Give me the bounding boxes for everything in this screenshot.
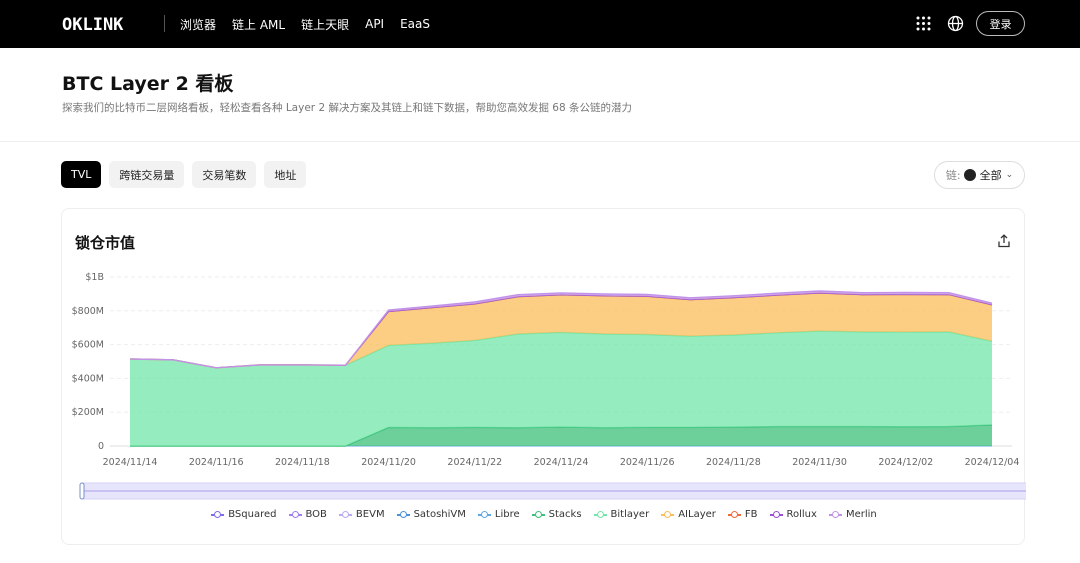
legend-marker-icon	[828, 510, 842, 519]
legend-label: Stacks	[548, 509, 582, 520]
nav-link-api[interactable]: API	[365, 17, 384, 31]
oklink-logo[interactable]: OKLINK	[62, 15, 123, 35]
data-zoom-handle-left[interactable]	[79, 482, 85, 500]
x-tick-label: 2024/11/22	[447, 457, 502, 468]
nav-divider	[164, 15, 165, 32]
legend-marker-icon	[661, 510, 675, 519]
login-button[interactable]: 登录	[976, 11, 1025, 36]
legend-item[interactable]: Libre	[477, 509, 520, 520]
legend-item[interactable]: BOB	[288, 509, 327, 520]
metric-tabs: TVL 跨链交易量 交易笔数 地址	[61, 161, 314, 188]
tab-tvl[interactable]: TVL	[61, 161, 102, 188]
x-tick-label: 2024/11/30	[792, 457, 847, 468]
legend-item[interactable]: BSquared	[211, 509, 277, 520]
legend-marker-icon	[769, 510, 783, 519]
y-tick-label: $400M	[72, 373, 104, 384]
legend-label: BOB	[305, 509, 327, 520]
tab-addresses[interactable]: 地址	[264, 161, 307, 188]
legend-label: FB	[744, 509, 758, 520]
legend-label: SatoshiVM	[413, 509, 466, 520]
tab-cross-chain-volume[interactable]: 跨链交易量	[109, 161, 185, 188]
legend-item[interactable]: Stacks	[531, 509, 582, 520]
legend-item[interactable]: FB	[727, 509, 758, 520]
tab-transactions[interactable]: 交易笔数	[192, 161, 257, 188]
legend-marker-icon	[531, 510, 545, 519]
x-tick-label: 2024/11/16	[189, 457, 244, 468]
legend-marker-icon	[727, 510, 741, 519]
page-description: 探索我们的比特币二层网络看板，轻松查看各种 Layer 2 解决方案及其链上和链…	[62, 102, 633, 114]
legend-marker-icon	[338, 510, 352, 519]
x-tick-label: 2024/11/24	[534, 457, 589, 468]
nav-link-aml[interactable]: 链上 AML	[232, 16, 285, 33]
nav-links: 浏览器 链上 AML 链上天眼 API EaaS	[180, 0, 446, 48]
legend-label: Merlin	[845, 509, 877, 520]
y-tick-label: $800M	[72, 306, 104, 317]
legend-item[interactable]: Bitlayer	[593, 509, 650, 520]
page-header: BTC Layer 2 看板 探索我们的比特币二层网络看板，轻松查看各种 Lay…	[0, 48, 1080, 142]
chain-filter-value: 全部	[979, 169, 1002, 182]
x-tick-label: 2024/11/14	[103, 457, 158, 468]
tvl-chart-card: 锁仓市值 0 $200M $400M $600M $800M $1B 2024/11/14 2…	[61, 208, 1026, 545]
tvl-area-chart: 0 $200M $400M $600M $800M $1B 2024/11/14 2024/1…	[72, 272, 1026, 500]
app-grid-icon[interactable]	[916, 16, 931, 31]
legend-marker-icon	[593, 510, 607, 519]
nav-link-onchain-eye[interactable]: 链上天眼	[301, 16, 349, 33]
legend-label: BSquared	[228, 509, 277, 520]
legend-item[interactable]: Rollux	[769, 509, 817, 520]
legend-label: Rollux	[786, 509, 817, 520]
y-tick-label: $600M	[72, 340, 104, 351]
legend-marker-icon	[211, 510, 225, 519]
top-navigation-bar: OKLINK 浏览器 链上 AML 链上天眼 API EaaS 登录	[0, 0, 1080, 48]
all-chains-icon	[963, 169, 976, 181]
language-globe-icon[interactable]	[947, 15, 964, 32]
legend-marker-icon	[477, 510, 491, 519]
x-tick-label: 2024/12/02	[878, 457, 933, 468]
legend-item[interactable]: BEVM	[338, 509, 385, 520]
legend-label: BEVM	[355, 509, 385, 520]
legend-marker-icon	[396, 510, 410, 519]
y-tick-label: 0	[98, 441, 104, 452]
legend-label: AILayer	[678, 509, 716, 520]
chain-filter-dropdown[interactable]: 链: 全部 ⌄	[934, 161, 1025, 189]
nav-link-eaas[interactable]: EaaS	[400, 17, 430, 31]
legend-item[interactable]: Merlin	[828, 509, 877, 520]
x-tick-label: 2024/11/26	[620, 457, 675, 468]
x-tick-label: 2024/11/28	[706, 457, 761, 468]
x-tick-label: 2024/11/20	[361, 457, 416, 468]
chevron-down-icon: ⌄	[1005, 170, 1014, 180]
chain-filter-label: 链:	[945, 169, 961, 182]
legend-marker-icon	[288, 510, 302, 519]
page-title: BTC Layer 2 看板	[62, 73, 234, 95]
legend-label: Libre	[494, 509, 520, 520]
y-tick-label: $200M	[72, 407, 104, 418]
legend-label: Bitlayer	[610, 509, 650, 520]
chart-legend: BSquared BOB BEVM SatoshiVM Libre Stacks Bitla…	[62, 509, 1026, 520]
legend-item[interactable]: AILayer	[661, 509, 716, 520]
nav-link-explorer[interactable]: 浏览器	[180, 16, 216, 33]
x-tick-label: 2024/11/18	[275, 457, 330, 468]
x-tick-label: 2024/12/04	[965, 457, 1020, 468]
y-tick-label: $1B	[85, 272, 104, 283]
legend-item[interactable]: SatoshiVM	[396, 509, 466, 520]
